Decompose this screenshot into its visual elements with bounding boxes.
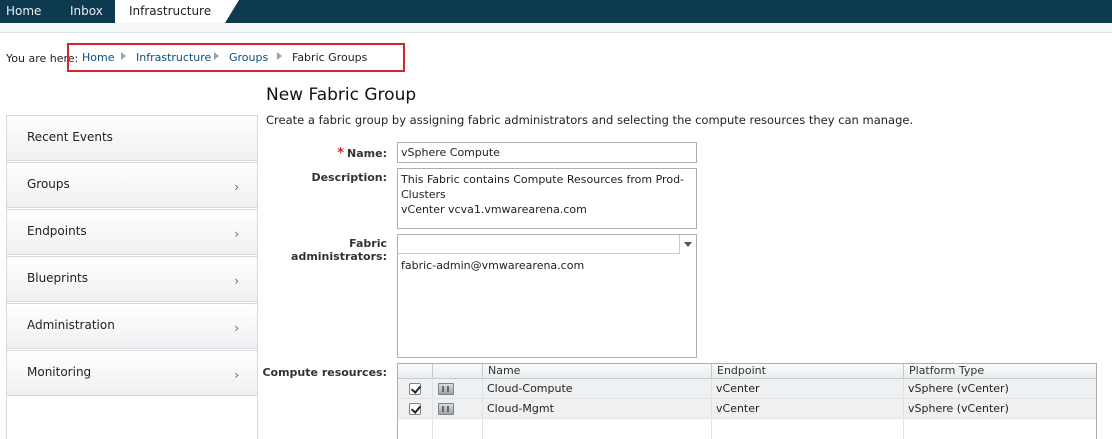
chevron-right-icon: › xyxy=(234,368,239,382)
name-input[interactable] xyxy=(397,142,697,163)
nav-item-administration[interactable]: Administration › xyxy=(7,303,257,349)
fabric-admins-field: fabric-admin@vmwarearena.com xyxy=(397,234,697,358)
nav-item-label: Blueprints xyxy=(27,271,89,285)
grid-column-divider xyxy=(482,379,483,439)
nav-item-monitoring[interactable]: Monitoring › xyxy=(7,350,257,396)
nav-item-groups[interactable]: Groups › xyxy=(7,162,257,208)
chevron-right-icon: › xyxy=(234,274,239,288)
nav-item-blueprints[interactable]: Blueprints › xyxy=(7,256,257,302)
row-checkbox[interactable] xyxy=(409,383,421,395)
page-description: Create a fabric group by assigning fabri… xyxy=(266,113,914,127)
tab-infrastructure[interactable]: Infrastructure xyxy=(115,0,240,23)
page-title: New Fabric Group xyxy=(266,85,417,105)
compute-resources-grid: Name Endpoint Platform Type Cloud-Comput… xyxy=(397,363,1097,439)
compute-resources-label: Compute resources: xyxy=(262,366,387,379)
sub-bar xyxy=(0,23,1112,33)
fabric-admins-label: Fabric administrators: xyxy=(291,237,387,263)
compute-resource-icon xyxy=(438,383,454,395)
chevron-right-icon: › xyxy=(234,321,239,335)
breadcrumb-separator-icon xyxy=(277,52,282,60)
row-endpoint: vCenter xyxy=(716,402,760,415)
breadcrumb-groups[interactable]: Groups xyxy=(229,51,268,64)
row-platform-type: vSphere (vCenter) xyxy=(908,402,1009,415)
description-input[interactable] xyxy=(397,168,697,229)
row-name: Cloud-Mgmt xyxy=(487,402,554,415)
compute-resource-icon xyxy=(438,403,454,415)
chevron-right-icon: › xyxy=(234,227,239,241)
left-nav: Recent Events Groups › Endpoints › Bluep… xyxy=(6,115,258,439)
row-checkbox[interactable] xyxy=(409,403,421,415)
nav-item-label: Endpoints xyxy=(27,224,87,238)
chevron-right-icon: › xyxy=(234,180,239,194)
fabric-admins-input[interactable] xyxy=(398,235,696,254)
grid-header-icon-col xyxy=(432,364,482,379)
breadcrumb-separator-icon xyxy=(214,52,219,60)
nav-item-label: Monitoring xyxy=(27,365,92,379)
nav-item-label: Groups xyxy=(27,177,70,191)
tab-inbox[interactable]: Inbox xyxy=(70,0,103,23)
grid-header: Name Endpoint Platform Type xyxy=(398,364,1096,379)
table-row[interactable]: Cloud-Mgmt vCenter vSphere (vCenter) xyxy=(398,399,1096,419)
nav-item-label: Recent Events xyxy=(27,130,113,144)
row-name: Cloud-Compute xyxy=(487,382,573,395)
fabric-admin-item[interactable]: fabric-admin@vmwarearena.com xyxy=(401,259,584,272)
description-label: Description: xyxy=(311,171,387,184)
grid-column-divider xyxy=(903,379,904,439)
grid-header-name[interactable]: Name xyxy=(482,364,711,379)
grid-header-endpoint[interactable]: Endpoint xyxy=(711,364,903,379)
breadcrumb-separator-icon xyxy=(121,52,126,60)
grid-column-divider xyxy=(711,379,712,439)
breadcrumb-fabric-groups: Fabric Groups xyxy=(292,51,368,64)
nav-item-endpoints[interactable]: Endpoints › xyxy=(7,209,257,255)
required-star-icon: * xyxy=(337,146,345,161)
top-nav: Home Inbox Infrastructure xyxy=(0,0,1112,23)
grid-column-divider xyxy=(432,379,433,439)
grid-header-platform-type[interactable]: Platform Type xyxy=(903,364,1096,379)
dropdown-arrow-icon[interactable] xyxy=(679,235,696,254)
nav-item-recent-events[interactable]: Recent Events xyxy=(7,115,257,161)
name-label: * Name: xyxy=(337,146,387,161)
breadcrumb-infrastructure[interactable]: Infrastructure xyxy=(136,51,211,64)
row-platform-type: vSphere (vCenter) xyxy=(908,382,1009,395)
row-endpoint: vCenter xyxy=(716,382,760,395)
table-row[interactable]: Cloud-Compute vCenter vSphere (vCenter) xyxy=(398,379,1096,399)
tab-home[interactable]: Home xyxy=(6,0,41,23)
nav-item-label: Administration xyxy=(27,318,115,332)
breadcrumb-home[interactable]: Home xyxy=(82,51,114,64)
